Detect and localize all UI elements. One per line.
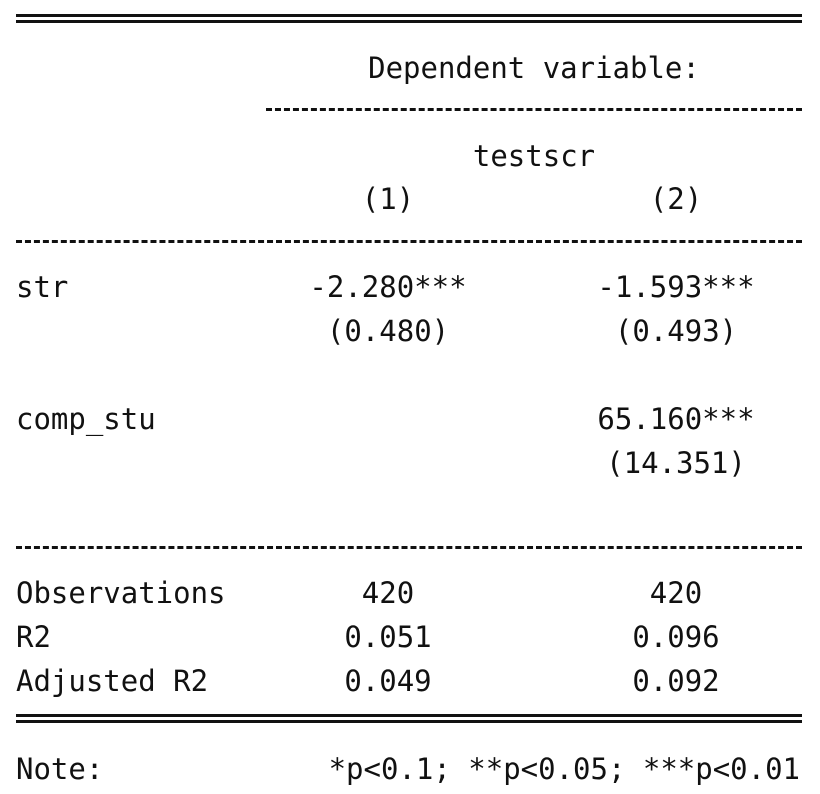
coef-estimate-str-1: -2.280*** [309,270,467,304]
coef-se-str-1: (0.480) [326,314,450,348]
header-dashed-rule [266,108,802,111]
stat-value-adjusted-r2-2: 0.092 [632,664,720,698]
column-header-1: (1) [361,182,415,216]
coef-se-comp-stu-2: (14.351) [606,446,746,480]
coef-se-str-2: (0.493) [614,314,738,348]
stat-name-observations: Observations [16,576,226,610]
coef-estimate-comp-stu-2: 65.160*** [597,402,755,436]
coef-name-comp-stu: comp_stu [16,402,156,436]
stat-value-adjusted-r2-1: 0.049 [344,664,432,698]
top-double-rule [16,14,802,23]
coef-name-str: str [16,270,69,304]
regression-table: Dependent variable: testscr (1) (2) str … [0,0,820,794]
stat-name-r2: R2 [16,620,51,654]
stat-value-observations-1: 420 [361,576,415,610]
stat-name-adjusted-r2: Adjusted R2 [16,664,209,698]
note-text: *p<0.1; **p<0.05; ***p<0.01 [328,752,800,786]
bottom-double-rule [16,714,802,723]
header-bottom-dashed-rule [16,240,802,243]
column-header-2: (2) [649,182,703,216]
stats-dashed-rule [16,546,802,549]
dependent-variable-label: Dependent variable: [368,51,700,85]
note-label: Note: [16,752,104,786]
stat-value-r2-2: 0.096 [632,620,720,654]
stat-value-observations-2: 420 [649,576,703,610]
stat-value-r2-1: 0.051 [344,620,432,654]
coef-estimate-str-2: -1.593*** [597,270,755,304]
dependent-variable-name: testscr [472,139,596,173]
